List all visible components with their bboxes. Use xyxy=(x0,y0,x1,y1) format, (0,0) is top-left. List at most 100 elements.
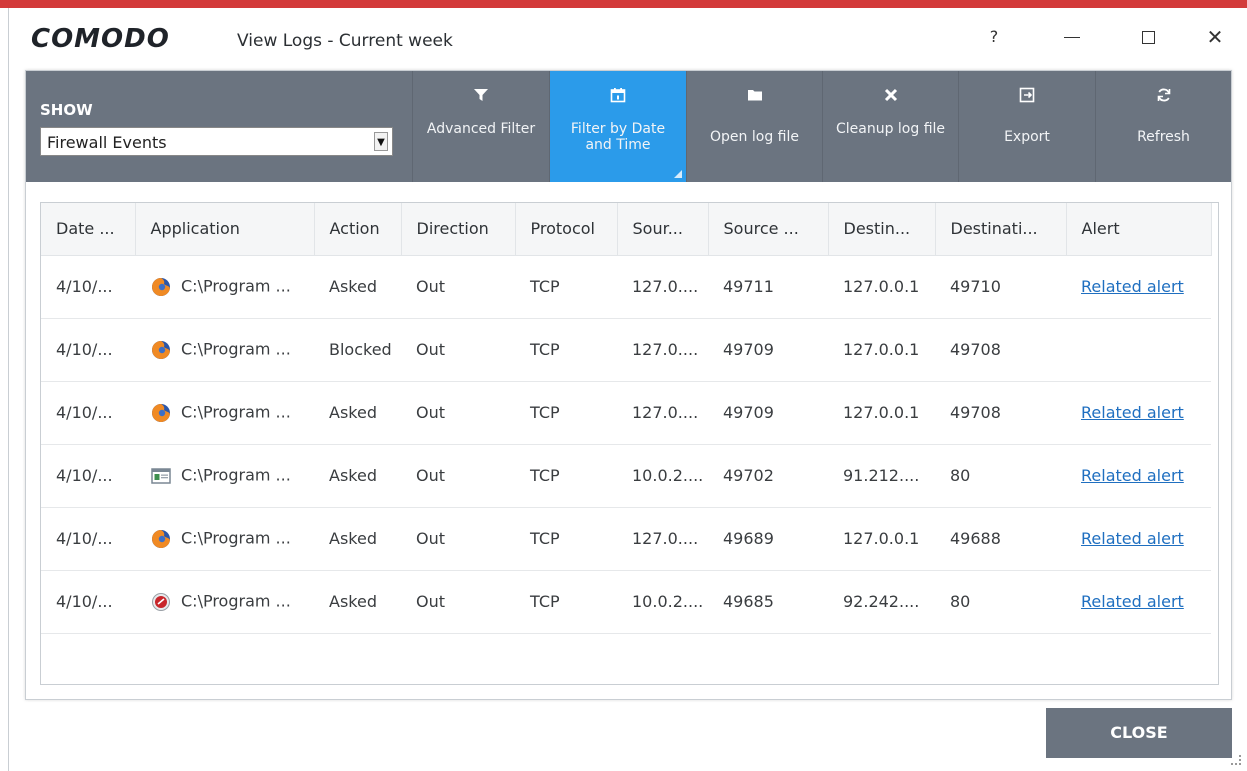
window-close-button[interactable]: ✕ xyxy=(1195,22,1235,52)
advanced-filter-label: Advanced Filter xyxy=(426,121,536,137)
cleanup-log-file-label: Cleanup log file xyxy=(835,121,946,137)
application-path: C:\Program ... xyxy=(181,591,291,610)
calendar-icon xyxy=(550,87,686,108)
refresh-icon xyxy=(1096,87,1231,108)
cell-destination-ip: 127.0.0.1 xyxy=(828,507,935,571)
column-header-destination-ip[interactable]: Destin... xyxy=(828,203,936,256)
show-label: SHOW xyxy=(40,101,93,119)
cell-direction: Out xyxy=(401,318,515,382)
table-row[interactable]: 4/10/... C:\Program ... Asked Out TCP 10… xyxy=(41,444,1211,508)
cell-destination-ip: 127.0.0.1 xyxy=(828,318,935,382)
cell-protocol: TCP xyxy=(515,507,617,571)
cell-action: Asked xyxy=(314,255,401,319)
cell-date: 4/10/... xyxy=(41,507,135,571)
submenu-corner-icon xyxy=(674,170,682,178)
cleanup-log-file-button[interactable]: Cleanup log file xyxy=(822,71,958,182)
help-button[interactable]: ? xyxy=(974,22,1014,52)
window-title: View Logs - Current week xyxy=(237,31,453,51)
open-log-file-label: Open log file xyxy=(710,129,799,145)
table-row[interactable]: 4/10/... C:\Program ... Blocked Out TCP … xyxy=(41,318,1211,382)
x-icon xyxy=(823,87,958,107)
view-logs-window: COMODO View Logs - Current week ? ✕ SHOW… xyxy=(8,8,1247,771)
minimize-button[interactable] xyxy=(1052,22,1092,52)
cell-direction: Out xyxy=(401,381,515,445)
firefox-icon xyxy=(150,528,172,550)
toolbar: SHOW Firewall Events ▼ Advanced Filter F… xyxy=(26,71,1231,182)
cell-source-port: 49702 xyxy=(708,444,828,508)
cell-alert: Related alert xyxy=(1066,570,1211,634)
cell-alert: Related alert xyxy=(1066,381,1211,445)
cell-application: C:\Program ... xyxy=(135,381,314,445)
cell-source-port: 49709 xyxy=(708,381,828,445)
cell-destination-port: 49708 xyxy=(935,318,1066,382)
column-header-protocol[interactable]: Protocol xyxy=(515,203,618,256)
related-alert-link[interactable]: Related alert xyxy=(1081,592,1184,611)
title-bar: COMODO View Logs - Current week ? ✕ xyxy=(9,8,1247,70)
show-panel: SHOW Firewall Events ▼ xyxy=(26,71,412,182)
application-path: C:\Program ... xyxy=(181,465,291,484)
advanced-filter-button[interactable]: Advanced Filter xyxy=(412,71,549,182)
column-header-direction[interactable]: Direction xyxy=(401,203,516,256)
cell-source-ip: 127.0.... xyxy=(617,507,708,571)
application-path: C:\Program ... xyxy=(181,402,291,421)
cell-destination-port: 80 xyxy=(935,570,1066,634)
cell-date: 4/10/... xyxy=(41,255,135,319)
cell-alert xyxy=(1066,318,1211,382)
cell-destination-port: 49710 xyxy=(935,255,1066,319)
table-row[interactable]: 4/10/... C:\Program ... Asked Out TCP 12… xyxy=(41,507,1211,571)
related-alert-link[interactable]: Related alert xyxy=(1081,403,1184,422)
firefox-icon xyxy=(150,402,172,424)
cell-application: C:\Program ... xyxy=(135,444,314,508)
events-grid: Date ... Application Action Direction Pr… xyxy=(41,203,1212,634)
cell-alert: Related alert xyxy=(1066,444,1211,508)
refresh-button[interactable]: Refresh xyxy=(1095,71,1231,182)
related-alert-link[interactable]: Related alert xyxy=(1081,529,1184,548)
cell-direction: Out xyxy=(401,507,515,571)
cell-protocol: TCP xyxy=(515,570,617,634)
cell-destination-ip: 127.0.0.1 xyxy=(828,255,935,319)
column-header-action[interactable]: Action xyxy=(314,203,402,256)
cell-date: 4/10/... xyxy=(41,318,135,382)
comodo-logo: COMODO xyxy=(31,24,170,54)
column-header-alert[interactable]: Alert xyxy=(1066,203,1212,256)
log-type-select[interactable]: Firewall Events ▼ xyxy=(40,127,393,156)
cell-action: Asked xyxy=(314,444,401,508)
filter-by-date-label: Filter by Date and Time xyxy=(570,121,666,153)
table-row[interactable]: 4/10/... C:\Program ... Asked Out TCP 10… xyxy=(41,570,1211,634)
filter-by-date-button[interactable]: Filter by Date and Time xyxy=(549,71,686,182)
column-header-application[interactable]: Application xyxy=(135,203,315,256)
column-header-source-port[interactable]: Source ... xyxy=(708,203,829,256)
cell-protocol: TCP xyxy=(515,255,617,319)
cell-application: C:\Program ... xyxy=(135,507,314,571)
resize-grip-icon[interactable] xyxy=(1231,755,1241,765)
related-alert-link[interactable]: Related alert xyxy=(1081,277,1184,296)
cell-protocol: TCP xyxy=(515,318,617,382)
firefox-icon xyxy=(150,339,172,361)
related-alert-link[interactable]: Related alert xyxy=(1081,466,1184,485)
column-header-source-ip[interactable]: Sour... xyxy=(617,203,709,256)
logs-panel: SHOW Firewall Events ▼ Advanced Filter F… xyxy=(25,70,1232,700)
table-row[interactable]: 4/10/... C:\Program ... Asked Out TCP 12… xyxy=(41,381,1211,445)
cell-date: 4/10/... xyxy=(41,570,135,634)
table-header-row: Date ... Application Action Direction Pr… xyxy=(41,203,1212,256)
cell-protocol: TCP xyxy=(515,444,617,508)
filter-icon xyxy=(413,87,549,108)
table-row[interactable]: 4/10/... C:\Program ... Asked Out TCP 12… xyxy=(41,255,1211,319)
dropdown-arrow-icon[interactable]: ▼ xyxy=(374,132,388,151)
column-header-date[interactable]: Date ... xyxy=(41,203,136,256)
cell-source-ip: 127.0.... xyxy=(617,381,708,445)
column-header-destination-port[interactable]: Destinati... xyxy=(935,203,1067,256)
cell-protocol: TCP xyxy=(515,381,617,445)
close-button[interactable]: CLOSE xyxy=(1046,708,1232,758)
cell-application: C:\Program ... xyxy=(135,570,314,634)
cell-date: 4/10/... xyxy=(41,381,135,445)
red-circle-app-icon xyxy=(150,591,172,613)
cell-action: Asked xyxy=(314,507,401,571)
export-label: Export xyxy=(1004,129,1050,145)
firewall-events-table: Date ... Application Action Direction Pr… xyxy=(40,202,1219,685)
maximize-button[interactable] xyxy=(1128,22,1168,52)
cell-source-ip: 10.0.2.... xyxy=(617,444,708,508)
export-button[interactable]: Export xyxy=(958,71,1095,182)
open-log-file-button[interactable]: Open log file xyxy=(686,71,822,182)
cell-action: Asked xyxy=(314,570,401,634)
